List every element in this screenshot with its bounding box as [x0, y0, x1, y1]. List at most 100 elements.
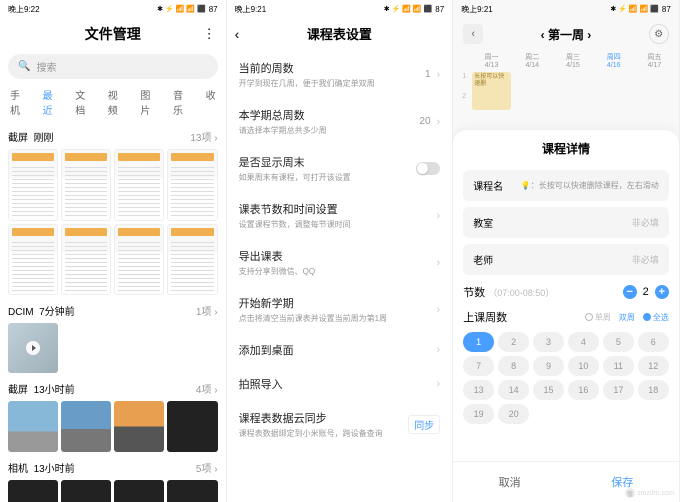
section-header[interactable]: DCIM 7分钟前 1项 › [8, 301, 218, 320]
setting-current-week[interactable]: 当前的周数开学到现在几周，便于我们确定单双周 1› [239, 51, 441, 98]
field-classroom[interactable]: 教室 非必填 [463, 207, 669, 238]
week-chip[interactable]: 7 [463, 356, 494, 376]
week-chip[interactable]: 8 [498, 356, 529, 376]
screenshot-thumb[interactable] [8, 149, 58, 221]
field-teacher[interactable]: 老师 非必填 [463, 244, 669, 275]
screenshot-thumb[interactable] [114, 224, 164, 296]
toggle-switch[interactable] [416, 162, 440, 175]
photo-thumb[interactable] [61, 401, 111, 451]
page-title: 文件管理 [85, 24, 141, 44]
tab-image[interactable]: 图片 [140, 87, 159, 117]
chevron-right-icon: › [437, 69, 441, 81]
screenshot-thumb[interactable] [114, 149, 164, 221]
cancel-button[interactable]: 取消 [453, 462, 566, 502]
setting-sessions-time[interactable]: 课表节数和时间设置设置课程节数，调整每节课时间 › [239, 192, 441, 239]
week-chip[interactable]: 5 [603, 332, 634, 352]
week-chip[interactable]: 15 [533, 380, 564, 400]
week-chip[interactable]: 13 [463, 380, 494, 400]
photo-thumb[interactable] [114, 480, 164, 502]
photo-thumb[interactable] [114, 401, 164, 451]
section-header[interactable]: 截屏 13小时前 4项 › [8, 379, 218, 398]
weeks-grid: 1 2 3 4 5 6 7 8 9 10 11 12 13 14 15 16 1… [463, 332, 669, 424]
menu-icon[interactable]: ⋮ [203, 26, 216, 42]
week-selector[interactable]: ‹ 第一周 › [541, 26, 592, 43]
chevron-right-icon: › [437, 116, 441, 128]
week-chip[interactable]: 12 [638, 356, 669, 376]
photo-thumb[interactable] [167, 480, 217, 502]
chevron-right-icon: › [437, 304, 441, 316]
tab-phone[interactable]: 手机 [10, 87, 29, 117]
setting-export[interactable]: 导出课表支持分享到微信、QQ › [239, 239, 441, 286]
course-detail-sheet: 课程详情 课程名 💡：长按可以快速删除课程，左右滑动 教室 非必填 老师 非必填… [453, 130, 679, 502]
week-chip[interactable]: 18 [638, 380, 669, 400]
week-chip[interactable]: 14 [498, 380, 529, 400]
setting-add-desktop[interactable]: 添加到桌面 › [239, 333, 441, 367]
field-course-name[interactable]: 课程名 💡：长按可以快速删除课程，左右滑动 [463, 170, 669, 201]
back-button[interactable]: ‹ [463, 24, 483, 44]
back-icon[interactable]: ‹ [235, 26, 240, 42]
week-chip[interactable]: 4 [568, 332, 599, 352]
section-header[interactable]: 截屏 刚刚 13项 › [8, 127, 218, 146]
tab-music[interactable]: 音乐 [173, 87, 192, 117]
chevron-right-icon: › [437, 344, 441, 356]
setting-cloud-sync[interactable]: 课程表数据云同步课程表数据绑定到小米账号，跨设备查询 同步 [239, 401, 441, 448]
day-header: 周四4/16 [593, 50, 634, 71]
screenshot-thumb[interactable] [167, 224, 217, 296]
photo-thumb[interactable] [167, 401, 217, 451]
search-input[interactable]: 🔍 搜索 [8, 54, 218, 79]
video-thumb[interactable] [8, 323, 58, 373]
status-time: 晚上9:22 [8, 4, 40, 15]
tab-docs[interactable]: 文档 [75, 87, 94, 117]
screenshot-thumb[interactable] [61, 224, 111, 296]
play-icon [26, 341, 40, 355]
status-bar: 晚上9:21 ✱ ⚡ 📶 📶 ⬛87 [453, 0, 679, 18]
setting-new-semester[interactable]: 开始新学期点击将清空当前课表并设置当前周为第1周 › [239, 286, 441, 333]
plus-button[interactable]: + [655, 285, 669, 299]
option-all-weeks[interactable]: 全选 [643, 312, 669, 323]
calendar-event[interactable]: 长按可以快速删 [472, 72, 511, 110]
photo-thumb[interactable] [8, 401, 58, 451]
day-header: 周一4/13 [471, 50, 512, 71]
week-chip[interactable]: 2 [498, 332, 529, 352]
week-chip[interactable]: 19 [463, 404, 494, 424]
setting-show-weekend[interactable]: 是否显示周末如果周末有课程，可打开该设置 [239, 145, 441, 192]
tab-more[interactable]: 收 [206, 87, 216, 117]
setting-total-weeks[interactable]: 本学期总周数请选择本学期总共多少周 20› [239, 98, 441, 145]
photo-thumb[interactable] [8, 480, 58, 502]
week-chip[interactable]: 11 [603, 356, 634, 376]
tab-video[interactable]: 视频 [108, 87, 127, 117]
tab-recent[interactable]: 最近 [43, 87, 62, 117]
screenshot-thumb[interactable] [167, 149, 217, 221]
section-header[interactable]: 相机 13小时前 5项 › [8, 458, 218, 477]
gear-icon[interactable]: ⚙ [649, 24, 669, 44]
week-chip[interactable]: 6 [638, 332, 669, 352]
sessions-stepper: − 2 + [623, 285, 669, 299]
sheet-title: 课程详情 [453, 140, 679, 157]
chevron-right-icon: › [437, 257, 441, 269]
day-header: 周五4/17 [634, 50, 675, 71]
status-bar: 晚上9:21 ✱ ⚡ 📶 📶 ⬛87 [227, 0, 453, 18]
status-bar: 晚上9:22 ✱ ⚡ 📶 📶 ⬛87 [0, 0, 226, 18]
week-chip[interactable]: 20 [498, 404, 529, 424]
category-tabs: 手机 最近 文档 视频 图片 音乐 收 [0, 83, 226, 121]
setting-photo-import[interactable]: 拍照导入 › [239, 367, 441, 401]
screenshot-thumb[interactable] [61, 149, 111, 221]
week-chip[interactable]: 9 [533, 356, 564, 376]
status-time: 晚上9:21 [461, 4, 493, 15]
screenshot-thumb[interactable] [8, 224, 58, 296]
settings-list: 当前的周数开学到现在几周，便于我们确定单双周 1› 本学期总周数请选择本学期总共… [227, 49, 453, 450]
week-chip[interactable]: 3 [533, 332, 564, 352]
photo-thumb[interactable] [61, 480, 111, 502]
option-even-weeks[interactable]: 双周 [619, 312, 635, 323]
option-odd-weeks[interactable]: 单周 [585, 312, 611, 323]
minus-button[interactable]: − [623, 285, 637, 299]
week-chip[interactable]: 1 [463, 332, 494, 352]
week-chip[interactable]: 16 [568, 380, 599, 400]
chevron-right-icon: › [437, 378, 441, 390]
day-header: 周二4/14 [512, 50, 553, 71]
week-chip[interactable]: 17 [603, 380, 634, 400]
week-chip[interactable]: 10 [568, 356, 599, 376]
day-header: 周三4/15 [553, 50, 594, 71]
page-title: 课程表设置 [307, 24, 372, 43]
sync-button[interactable]: 同步 [408, 415, 440, 434]
